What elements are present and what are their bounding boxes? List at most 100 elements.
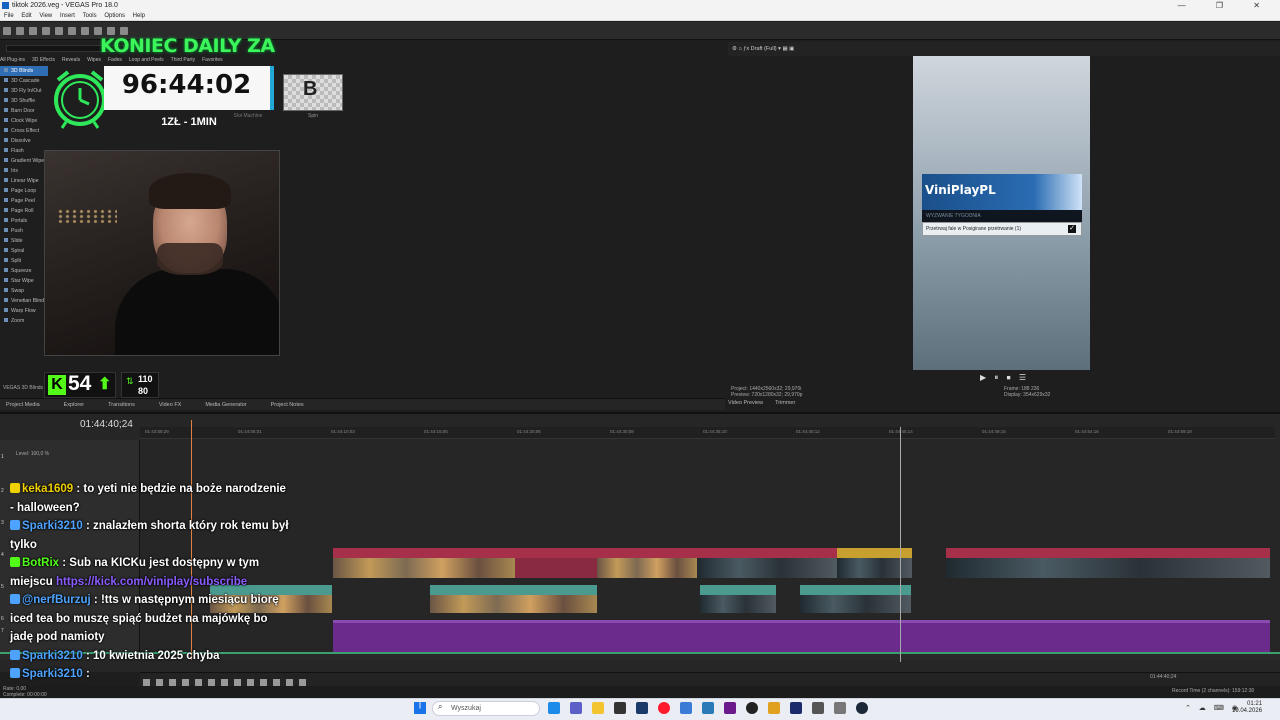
- plugin-item[interactable]: Portals: [0, 216, 48, 226]
- plugin-item[interactable]: Squeeze: [0, 266, 48, 276]
- window-controls[interactable]: — ❐ ✕: [1178, 0, 1274, 11]
- plugin-item[interactable]: Spiral: [0, 246, 48, 256]
- app-icon[interactable]: [768, 702, 780, 714]
- plugin-item[interactable]: Cross Effect: [0, 126, 48, 136]
- region-icon[interactable]: [299, 679, 306, 686]
- undo-icon[interactable]: [107, 27, 115, 35]
- plugin-item[interactable]: Page Peel: [0, 196, 48, 206]
- photoshop-icon[interactable]: [790, 702, 802, 714]
- app-icon[interactable]: [812, 702, 824, 714]
- opera-icon[interactable]: [658, 702, 670, 714]
- new-icon[interactable]: [3, 27, 11, 35]
- tab-media-generator[interactable]: Media Generator: [205, 402, 246, 408]
- plugin-item[interactable]: Warp Flow: [0, 306, 48, 316]
- plugin-item[interactable]: Gradient Wipe: [0, 156, 48, 166]
- app-icon[interactable]: [680, 702, 692, 714]
- preview-quality-select[interactable]: Draft (Full): [751, 46, 777, 52]
- plugin-item[interactable]: 3D Blinds: [0, 66, 48, 76]
- tab-wipes[interactable]: Wipes: [87, 57, 101, 63]
- video-clip[interactable]: [697, 548, 837, 578]
- file-explorer-icon[interactable]: [592, 702, 604, 714]
- trim-icon[interactable]: [260, 679, 267, 686]
- tab-video-fx[interactable]: Video FX: [159, 402, 182, 408]
- windows-start-icon[interactable]: [414, 702, 426, 714]
- tab-fades[interactable]: Fades: [108, 57, 122, 63]
- stop-icon[interactable]: [195, 679, 202, 686]
- plugin-item[interactable]: Clock Wipe: [0, 116, 48, 126]
- tab-transitions[interactable]: Transitions: [108, 402, 135, 408]
- menu-file[interactable]: File: [4, 13, 14, 19]
- plugin-item[interactable]: Iris: [0, 166, 48, 176]
- menu-view[interactable]: View: [39, 13, 52, 19]
- settings-icon[interactable]: [68, 27, 76, 35]
- teams-icon[interactable]: [570, 702, 582, 714]
- save-icon[interactable]: [29, 27, 37, 35]
- menu-insert[interactable]: Insert: [60, 13, 75, 19]
- taskbar-search-input[interactable]: Wyszukaj: [432, 701, 540, 716]
- video-clip[interactable]: [515, 548, 597, 578]
- tab-reveals[interactable]: Reveals: [62, 57, 80, 63]
- loop-icon[interactable]: [156, 679, 163, 686]
- plugin-item[interactable]: Page Loop: [0, 186, 48, 196]
- vegas-taskbar-icon[interactable]: [636, 702, 648, 714]
- obs-icon[interactable]: [746, 702, 758, 714]
- tab-project-media[interactable]: Project Media: [6, 402, 40, 408]
- plugin-item[interactable]: 3D Cascade: [0, 76, 48, 86]
- chat-link[interactable]: https://kick.com/viniplay/subscribe: [56, 576, 247, 588]
- tab-project-notes[interactable]: Project Notes: [271, 402, 304, 408]
- preview-options-icon[interactable]: ▾ ▦ ▣: [778, 46, 794, 52]
- plugin-item[interactable]: Star Wipe: [0, 276, 48, 286]
- marker-icon[interactable]: [286, 679, 293, 686]
- tab-loop-peels[interactable]: Loop and Peels: [129, 57, 164, 63]
- app-icon[interactable]: [724, 702, 736, 714]
- taskbar-clock[interactable]: 01:21 19.04.2026: [1232, 701, 1262, 715]
- tab-trimmer[interactable]: Trimmer: [775, 400, 795, 406]
- plugin-item[interactable]: Barn Door: [0, 106, 48, 116]
- timeline-ruler[interactable]: 01:43:59;29 01:44:05;01 01:44:10;03 01:44:1…: [140, 427, 1275, 439]
- video-clip[interactable]: [597, 548, 697, 578]
- video-clip[interactable]: [333, 548, 515, 578]
- tab-video-preview[interactable]: Video Preview: [728, 400, 763, 406]
- plugin-item[interactable]: Dissolve: [0, 136, 48, 146]
- preview-transport[interactable]: ▶ ⏸ ⏹ ☰: [980, 373, 1029, 383]
- menu-options[interactable]: Options: [104, 13, 125, 19]
- plugin-item[interactable]: Flash: [0, 146, 48, 156]
- overlay-clip[interactable]: [700, 585, 776, 613]
- plugin-item[interactable]: Swap: [0, 286, 48, 296]
- pause-icon[interactable]: [182, 679, 189, 686]
- render-icon[interactable]: [42, 27, 50, 35]
- plugin-item[interactable]: 3D Shuffle: [0, 96, 48, 106]
- plugin-item[interactable]: Slide: [0, 236, 48, 246]
- tab-favorites[interactable]: Favorites: [202, 57, 223, 63]
- tab-explorer[interactable]: Explorer: [64, 402, 84, 408]
- menu-help[interactable]: Help: [133, 13, 145, 19]
- steam-icon[interactable]: [856, 702, 868, 714]
- record-icon[interactable]: [143, 679, 150, 686]
- split-icon[interactable]: [247, 679, 254, 686]
- snap-icon[interactable]: [234, 679, 241, 686]
- plugin-item[interactable]: Page Roll: [0, 206, 48, 216]
- track-number[interactable]: 1: [1, 454, 13, 464]
- video-clip[interactable]: [946, 548, 1270, 578]
- menu-tools[interactable]: Tools: [83, 13, 97, 19]
- playhead[interactable]: [900, 427, 901, 662]
- audio-clip[interactable]: [333, 620, 1270, 652]
- overlay-clip[interactable]: [430, 585, 597, 613]
- tab-all-plugins[interactable]: All Plug-ins: [0, 57, 25, 63]
- app-icon[interactable]: [702, 702, 714, 714]
- plugin-item[interactable]: Zoom: [0, 316, 48, 326]
- overlay-clip[interactable]: [800, 585, 911, 613]
- copy-icon[interactable]: [94, 27, 102, 35]
- terminal-icon[interactable]: [614, 702, 626, 714]
- cut-icon[interactable]: [81, 27, 89, 35]
- properties-icon[interactable]: [55, 27, 63, 35]
- lock-icon[interactable]: [273, 679, 280, 686]
- tab-third-party[interactable]: Third Party: [171, 57, 195, 63]
- app-icon[interactable]: [834, 702, 846, 714]
- edge-icon[interactable]: [548, 702, 560, 714]
- plugin-item[interactable]: Linear Wipe: [0, 176, 48, 186]
- plugin-item[interactable]: Push: [0, 226, 48, 236]
- play-icon[interactable]: [169, 679, 176, 686]
- plugin-item[interactable]: Venetian Blinds: [0, 296, 48, 306]
- prev-frame-icon[interactable]: [208, 679, 215, 686]
